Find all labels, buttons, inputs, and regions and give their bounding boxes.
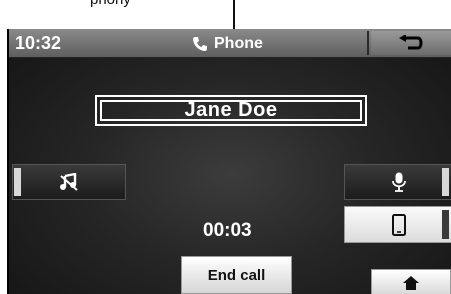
button-grip	[442, 168, 449, 196]
divider	[367, 31, 369, 55]
handset-mode-button[interactable]	[344, 206, 451, 243]
microphone-button[interactable]	[344, 164, 451, 200]
call-duration: 00:03	[203, 220, 252, 241]
contact-name: Jane Doe	[184, 99, 278, 121]
back-button[interactable]	[371, 31, 451, 55]
screen-title: Phone	[192, 34, 263, 54]
callout-label: phony	[90, 0, 131, 8]
home-button[interactable]	[371, 269, 451, 294]
button-grip	[14, 168, 21, 196]
phone-screen: 10:32 Phone Jane Doe 00:03 End call	[7, 29, 451, 294]
clock-time: 10:32	[15, 33, 62, 53]
mobile-phone-icon	[391, 213, 406, 236]
microphone-icon	[391, 172, 406, 192]
status-bar: 10:32 Phone	[9, 29, 451, 58]
phone-handset-icon	[193, 37, 207, 51]
button-grip	[442, 210, 449, 239]
screen-title-label: Phone	[214, 35, 263, 52]
music-mute-icon	[60, 173, 78, 191]
end-call-label: End call	[207, 266, 266, 284]
home-icon	[403, 276, 419, 290]
contact-name-box: Jane Doe	[95, 95, 367, 126]
end-call-button[interactable]: End call	[181, 256, 292, 294]
mute-music-button[interactable]	[12, 164, 126, 200]
back-arrow-icon	[399, 35, 423, 50]
